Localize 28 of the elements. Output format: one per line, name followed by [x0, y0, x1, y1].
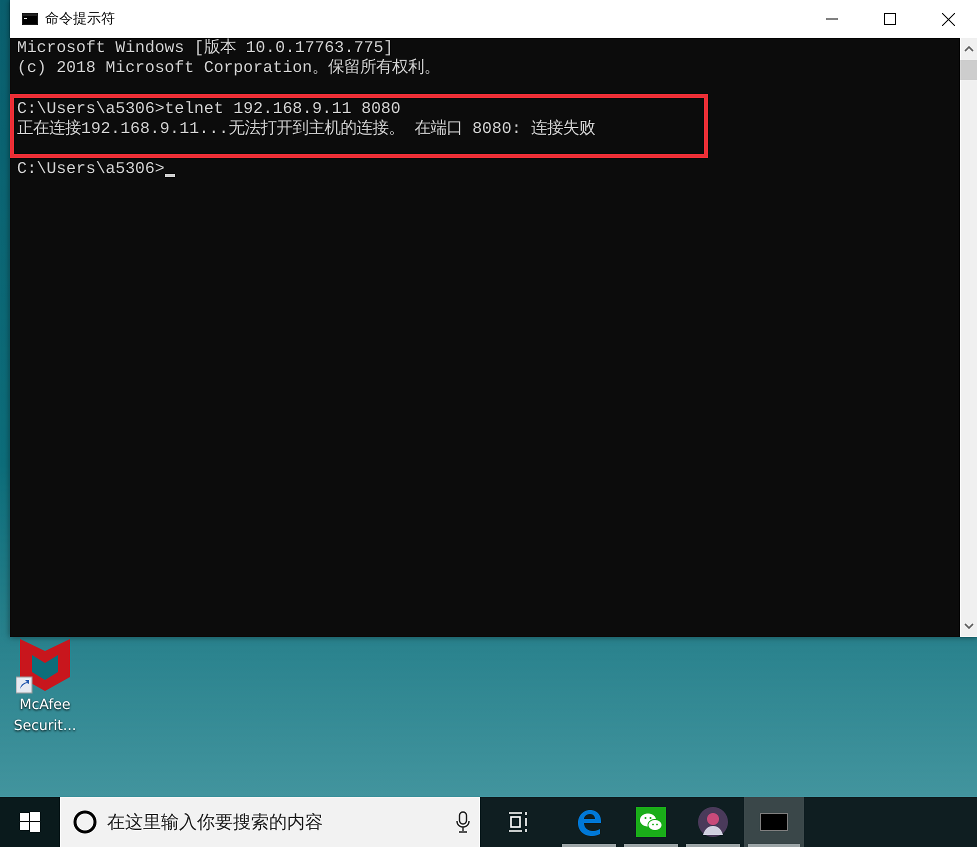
console-icon	[22, 13, 38, 25]
console-line: (c) 2018 Microsoft Corporation。保留所有权利。	[17, 58, 440, 78]
search-field[interactable]: 在这里输入你要搜索的内容	[105, 810, 456, 834]
scrollbar[interactable]	[960, 38, 977, 637]
console-line: C:\Users\a5306>	[17, 159, 165, 180]
icon-label: McAfee	[19, 696, 70, 715]
windows-icon	[20, 812, 40, 832]
circle-icon	[73, 810, 97, 834]
start-button[interactable]	[0, 797, 60, 847]
console-icon	[760, 813, 788, 831]
icon-label: Securit...	[14, 717, 76, 736]
task-view-icon	[508, 811, 530, 833]
chat-icon	[636, 807, 666, 837]
taskbar-app[interactable]	[744, 797, 804, 847]
browser-icon	[575, 808, 603, 836]
scroll-up-icon[interactable]	[964, 46, 974, 52]
console-line: Microsoft Windows [版本 10.0.17763.775]	[17, 38, 394, 58]
scroll-thumb[interactable]	[960, 60, 977, 80]
console-line: 正在连接192.168.9.11...无法打开到主机的连接。 在端口 8080: 连接失败	[17, 118, 596, 139]
search-box[interactable]: 在这里输入你要搜索的内容	[60, 797, 480, 847]
close-icon	[942, 12, 954, 26]
text-cursor	[164, 174, 175, 177]
console-line: C:\Users\a5306>telnet 192.168.9.11 8080	[17, 98, 401, 119]
window-title: 命令提示符	[45, 10, 115, 28]
scroll-down-icon[interactable]	[964, 623, 974, 629]
maximize-icon	[884, 13, 896, 25]
microphone-icon[interactable]	[456, 811, 470, 833]
avatar-icon	[698, 807, 728, 837]
